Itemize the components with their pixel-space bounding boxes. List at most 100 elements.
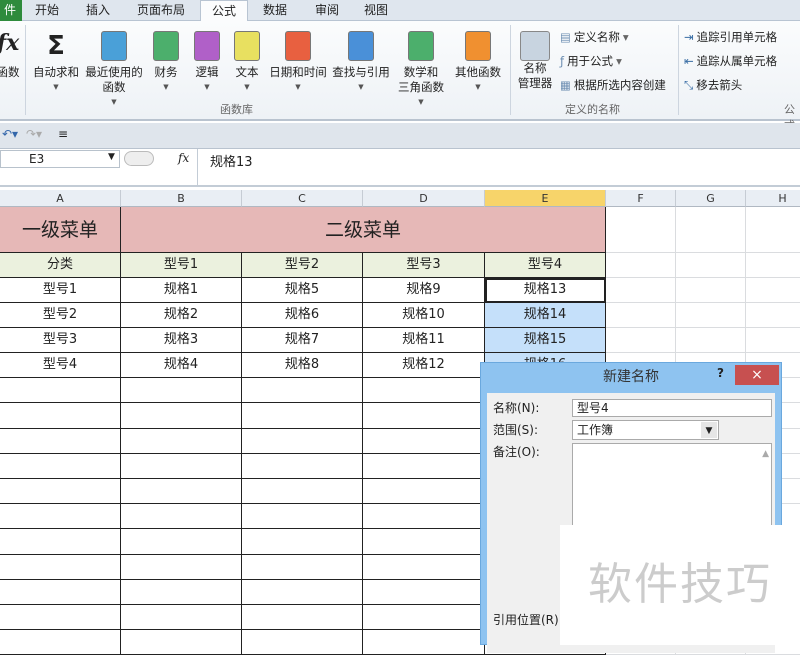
cell[interactable] (363, 378, 485, 404)
cell[interactable] (606, 328, 676, 353)
cell[interactable] (363, 428, 485, 454)
cell[interactable] (242, 504, 363, 530)
column-header-E[interactable]: E (485, 190, 606, 207)
cell[interactable] (676, 328, 746, 353)
cell[interactable] (676, 303, 746, 328)
tab-3[interactable]: 页面布局 (124, 0, 198, 21)
cell[interactable] (0, 630, 121, 655)
cell[interactable] (363, 479, 485, 505)
cell[interactable] (363, 403, 485, 429)
cell[interactable] (0, 378, 121, 404)
cell[interactable] (121, 579, 242, 605)
table-cell[interactable]: 规格2 (121, 303, 242, 328)
cell[interactable] (746, 328, 800, 353)
trace-precedents-button[interactable]: ⇥ 追踪引用单元格 (684, 29, 777, 45)
name-box[interactable]: E3 (0, 150, 120, 168)
ribbon-button-1[interactable]: 最近使用的 函数 ▼ (83, 25, 145, 110)
ribbon-button-4[interactable]: 文本 ▼ (228, 25, 266, 95)
cell[interactable] (121, 403, 242, 429)
cell[interactable] (242, 554, 363, 580)
create-from-selection-button[interactable]: ▦ 根据所选内容创建 (560, 77, 666, 93)
cell[interactable] (363, 630, 485, 655)
cell[interactable] (606, 303, 676, 328)
cell[interactable] (0, 579, 121, 605)
cell[interactable] (363, 605, 485, 631)
column-header-G[interactable]: G (676, 190, 746, 207)
undo-icon[interactable]: ↶▾ (2, 127, 18, 141)
comment-textarea[interactable]: ▲ (572, 443, 772, 533)
cell[interactable] (606, 253, 676, 278)
ribbon-button-3[interactable]: 逻辑 ▼ (188, 25, 226, 95)
subheader-cell[interactable]: 分类 (0, 253, 121, 278)
cell[interactable] (121, 453, 242, 479)
cell[interactable] (746, 278, 800, 303)
tab-7[interactable]: 视图 (352, 0, 400, 21)
tab-0[interactable]: 件 (0, 0, 22, 21)
customize-qat-icon[interactable]: ≡ (58, 127, 68, 141)
ribbon-button-2[interactable]: 财务 ▼ (145, 25, 187, 95)
table-cell[interactable]: 型号2 (0, 303, 121, 328)
cell[interactable] (0, 428, 121, 454)
name-manager-button[interactable]: 名称 管理器 (513, 25, 557, 91)
cell[interactable] (606, 207, 676, 253)
ribbon-button-0[interactable]: Σ 自动求和 ▼ (30, 25, 82, 95)
formula-input[interactable]: 规格13 (197, 149, 800, 185)
cell[interactable] (0, 529, 121, 555)
ribbon-button-6[interactable]: 查找与引用 ▼ (330, 25, 392, 95)
cell[interactable] (363, 554, 485, 580)
tab-5[interactable]: 数据 (250, 0, 300, 21)
column-header-B[interactable]: B (121, 190, 242, 207)
table-cell[interactable]: 规格6 (242, 303, 363, 328)
cell[interactable] (0, 403, 121, 429)
cell[interactable] (363, 529, 485, 555)
cell[interactable] (746, 207, 800, 253)
cell[interactable] (121, 428, 242, 454)
name-input[interactable]: 型号4 (572, 399, 772, 417)
help-icon[interactable]: ? (717, 366, 724, 380)
table-cell[interactable]: 规格3 (121, 328, 242, 353)
table-cell[interactable]: 规格5 (242, 278, 363, 303)
level2-menu-header[interactable]: 二级菜单 (121, 207, 606, 253)
cell[interactable] (0, 504, 121, 530)
cell[interactable] (242, 479, 363, 505)
level1-menu-header[interactable]: 一级菜单 (0, 207, 121, 253)
table-cell[interactable]: 规格4 (121, 353, 242, 378)
tab-2[interactable]: 插入 (74, 0, 122, 21)
ribbon-button-5[interactable]: 日期和时间 ▼ (268, 25, 328, 95)
cell[interactable] (242, 630, 363, 655)
ribbon-button-7[interactable]: 数学和 三角函数 ▼ (392, 25, 450, 110)
chevron-down-icon[interactable]: ▼ (108, 152, 115, 162)
table-cell[interactable]: 规格10 (363, 303, 485, 328)
cell[interactable] (0, 453, 121, 479)
cell[interactable] (242, 428, 363, 454)
cell[interactable] (242, 579, 363, 605)
subheader-cell[interactable]: 型号3 (363, 253, 485, 278)
column-header-H[interactable]: H (746, 190, 800, 207)
table-cell[interactable]: 型号3 (0, 328, 121, 353)
chevron-down-icon[interactable]: ▼ (701, 422, 717, 438)
subheader-cell[interactable]: 型号2 (242, 253, 363, 278)
tab-1[interactable]: 开始 (22, 0, 72, 21)
cell[interactable] (121, 605, 242, 631)
cell[interactable] (121, 504, 242, 530)
table-cell[interactable]: 规格11 (363, 328, 485, 353)
subheader-cell[interactable]: 型号1 (121, 253, 242, 278)
column-header-F[interactable]: F (606, 190, 676, 207)
table-cell[interactable]: 规格7 (242, 328, 363, 353)
cell[interactable] (121, 479, 242, 505)
close-button[interactable]: × (735, 365, 779, 385)
cell[interactable] (242, 453, 363, 479)
scroll-up-icon[interactable]: ▲ (762, 446, 769, 462)
tab-4[interactable]: 公式 (200, 0, 248, 22)
insert-function-icon[interactable]: fx (178, 151, 189, 165)
trace-dependents-button[interactable]: ⇤ 追踪从属单元格 (684, 53, 777, 69)
cell[interactable] (242, 605, 363, 631)
cell[interactable] (242, 378, 363, 404)
cell[interactable] (746, 303, 800, 328)
column-header-D[interactable]: D (363, 190, 485, 207)
cell[interactable] (121, 529, 242, 555)
scope-select[interactable]: 工作簿 ▼ (572, 420, 719, 440)
cell[interactable] (0, 479, 121, 505)
remove-arrows-button[interactable]: ⤡ 移去箭头 (684, 77, 742, 93)
use-in-formula-button[interactable]: ƒ 用于公式 ▾ (560, 53, 622, 69)
